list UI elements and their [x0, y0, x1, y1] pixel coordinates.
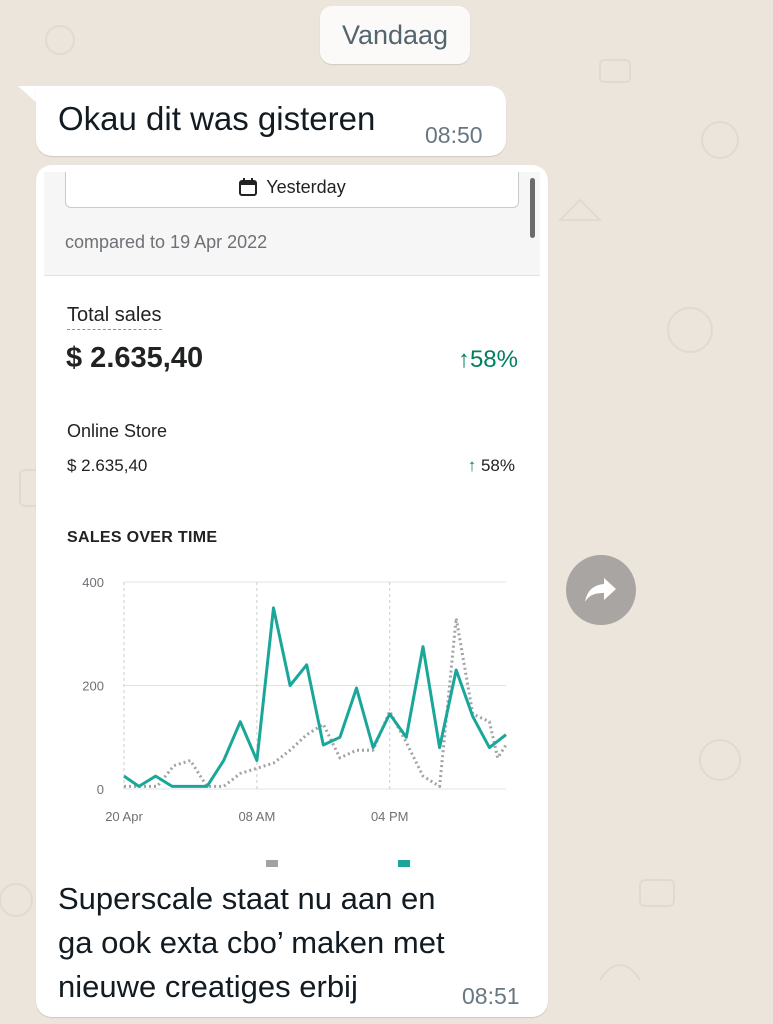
message-time: 08:50 [425, 122, 483, 148]
scrollbar [530, 178, 535, 238]
x-tick-label: 20 Apr [105, 809, 143, 824]
calendar-icon [239, 178, 258, 196]
date-range-button[interactable]: Yesterday [65, 172, 519, 208]
message-text: Okau dit was gisteren [58, 100, 376, 137]
date-range-header: Yesterday compared to 19 Apr 2022 [44, 172, 540, 276]
message-time: 08:51 [462, 983, 520, 1009]
legend-swatch-current [398, 860, 410, 867]
date-divider: Vandaag [320, 6, 470, 64]
online-store-label: Online Store [67, 421, 168, 441]
up-arrow-icon: ↑ [467, 456, 477, 475]
online-store-change: ↑ 58% [468, 456, 515, 476]
total-sales-value: $ 2.635,40 [66, 342, 204, 374]
sales-over-time-title: SALES OVER TIME [67, 529, 218, 546]
x-tick-label: 08 AM [238, 809, 275, 824]
total-sales-change-value: 58% [469, 346, 518, 373]
y-tick-label: 200 [82, 679, 104, 694]
online-store-change-value: 58% [480, 456, 515, 475]
y-tick-label: 0 [97, 782, 104, 797]
up-arrow-icon: ↑ [457, 346, 470, 373]
comparison-text: compared to 19 Apr 2022 [65, 232, 268, 252]
message-text: Superscale staat nu aan en ga ook exta c… [58, 881, 445, 1004]
total-sales-label: Total sales [67, 304, 162, 330]
online-store-value: $ 2.635,40 [67, 456, 148, 475]
date-range-label: Yesterday [266, 176, 346, 197]
y-tick-label: 400 [82, 575, 104, 590]
x-tick-label: 04 PM [371, 809, 409, 824]
forward-button[interactable] [566, 555, 636, 625]
forward-arrow-icon [585, 578, 616, 602]
shared-screenshot[interactable]: Yesterday compared to 19 Apr 2022 Total … [44, 172, 540, 867]
sales-line-chart: 0 200 400 20 Apr 08 AM 04 PM [82, 575, 508, 867]
total-sales-change: ↑58% [458, 346, 518, 374]
legend-swatch-previous [266, 860, 278, 867]
bubble-tail [18, 86, 38, 104]
